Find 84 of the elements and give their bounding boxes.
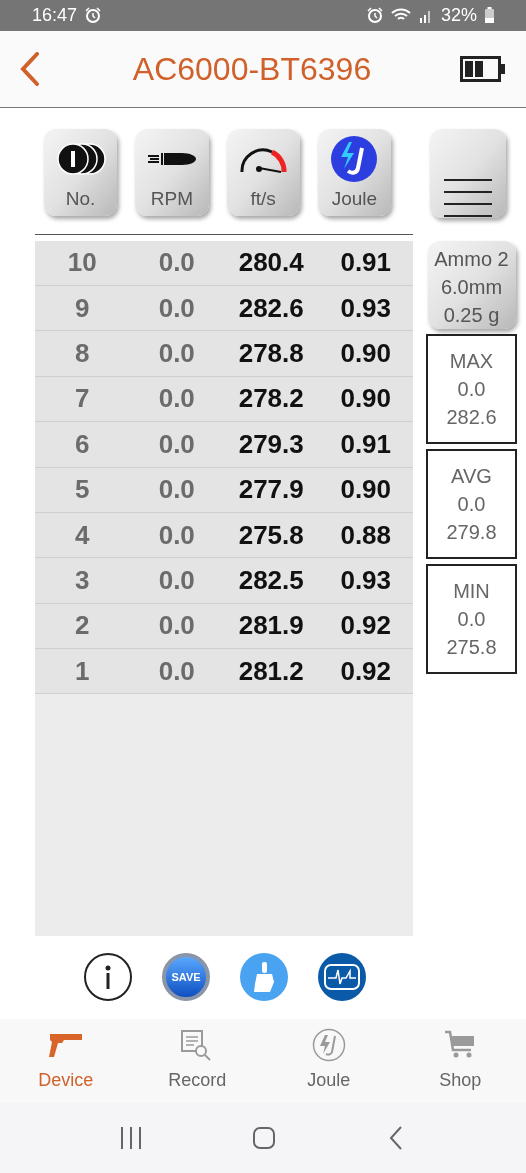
- home-icon: [253, 1127, 275, 1150]
- menu-button[interactable]: [430, 128, 506, 218]
- battery-percent: 32%: [440, 3, 477, 27]
- table-cell-text: 282.5: [237, 564, 305, 597]
- column-button[interactable]: Joule: [317, 128, 391, 216]
- table-cell-text: 7: [74, 382, 91, 416]
- nav-tab[interactable]: Joule: [263, 1018, 395, 1104]
- battery-icon: [460, 55, 506, 82]
- table-cell-text: 5: [74, 473, 91, 507]
- info-button[interactable]: [84, 953, 132, 1002]
- table-cell-text: 0.0: [157, 382, 196, 416]
- stat-speed: 279.8: [446, 519, 497, 545]
- stat-label: MAX: [449, 348, 494, 374]
- table-cell-text: 0.0: [157, 518, 196, 552]
- stat-label: AVG: [451, 463, 492, 489]
- joule-icon: [311, 1028, 346, 1063]
- table-cell-text: 0.0: [157, 654, 196, 688]
- table-cell-text: 0.91: [339, 427, 393, 461]
- table-cell-text: 279.3: [237, 427, 305, 461]
- column-button[interactable]: ft/s: [226, 128, 300, 216]
- back-icon: [20, 51, 40, 86]
- table-cell-text: 275.8: [237, 518, 305, 552]
- table-cell-text: 0.0: [157, 564, 196, 597]
- coins-icon: [55, 141, 106, 176]
- alarm-icon: [366, 7, 383, 24]
- stat-speed: 275.8: [446, 634, 497, 660]
- table-cell-text: 0.0: [157, 246, 196, 280]
- stat-label: MIN: [453, 578, 490, 604]
- table-cell-text: 6: [74, 427, 91, 461]
- table-cell-text: 280.4: [237, 246, 305, 280]
- clock-time: 16:47: [32, 3, 78, 27]
- table-cell-text: 0.0: [157, 609, 196, 643]
- table-cell-text: 8: [74, 337, 91, 371]
- table-cell-text: 0.90: [339, 473, 393, 507]
- table-cell-text: 0.92: [339, 609, 393, 643]
- table-cell-text: 10: [66, 246, 98, 280]
- table-cell-text: 0.0: [157, 427, 196, 461]
- nav-tab[interactable]: Shop: [394, 1018, 526, 1104]
- ammo-button[interactable]: Ammo 2 6.0mm 0.25 g: [427, 240, 516, 329]
- table-cell-text: 2: [74, 609, 91, 643]
- table-cell-text: 0.0: [157, 337, 196, 371]
- table-cell-text: 278.2: [237, 382, 305, 416]
- menu-icon: [444, 177, 492, 218]
- table-cell-text: 281.9: [237, 609, 305, 643]
- brush-icon: [252, 962, 276, 993]
- table-cell-text: 0.88: [339, 518, 393, 552]
- column-button[interactable]: No.: [44, 128, 118, 216]
- recents-icon: [120, 1127, 142, 1150]
- table-cell-text: 0.0: [157, 291, 196, 325]
- table-cell-text: 3: [74, 564, 91, 597]
- stat-rpm: 0.0: [457, 491, 486, 517]
- recents-button[interactable]: [118, 1126, 144, 1151]
- waveform-button[interactable]: [318, 953, 366, 1002]
- table-cell-text: 0.0: [157, 473, 196, 507]
- stat-rpm: 0.0: [457, 606, 486, 632]
- table-cell-text: 4: [74, 518, 91, 552]
- table-cell-text: 0.90: [339, 382, 393, 416]
- column-button[interactable]: RPM: [135, 128, 209, 216]
- info-icon: [105, 965, 111, 990]
- clear-button[interactable]: [240, 953, 288, 1002]
- back-icon: [389, 1126, 403, 1151]
- table-cell-text: 281.2: [237, 654, 305, 688]
- table-cell-text: 0.91: [339, 246, 393, 280]
- waveform-icon: [324, 964, 360, 991]
- home-button[interactable]: [252, 1126, 276, 1151]
- table-cell-text: 278.8: [237, 337, 305, 371]
- nav-tab[interactable]: Record: [131, 1018, 263, 1104]
- stat-rpm: 0.0: [457, 376, 486, 402]
- save-button[interactable]: SAVE: [162, 953, 210, 1002]
- table-cell-text: 0.90: [339, 337, 393, 371]
- battery-icon: [485, 7, 494, 24]
- table-cell-text: 282.6: [237, 291, 305, 325]
- table-cell-text: 0.92: [339, 654, 393, 688]
- device-title: AC6000-BT6396: [132, 49, 372, 89]
- joule-icon: [331, 135, 378, 182]
- table-cell-text: 9: [74, 291, 91, 325]
- table-cell-text: 1: [74, 654, 91, 688]
- table-cell-text: 0.93: [339, 564, 393, 597]
- pistol-icon: [47, 1032, 84, 1059]
- stat-speed: 282.6: [446, 404, 497, 430]
- nav-tab[interactable]: Device: [0, 1018, 132, 1104]
- table-cell-text: 277.9: [237, 473, 305, 507]
- table-cell-text: 0.93: [339, 291, 393, 325]
- alarm-icon: [85, 7, 102, 24]
